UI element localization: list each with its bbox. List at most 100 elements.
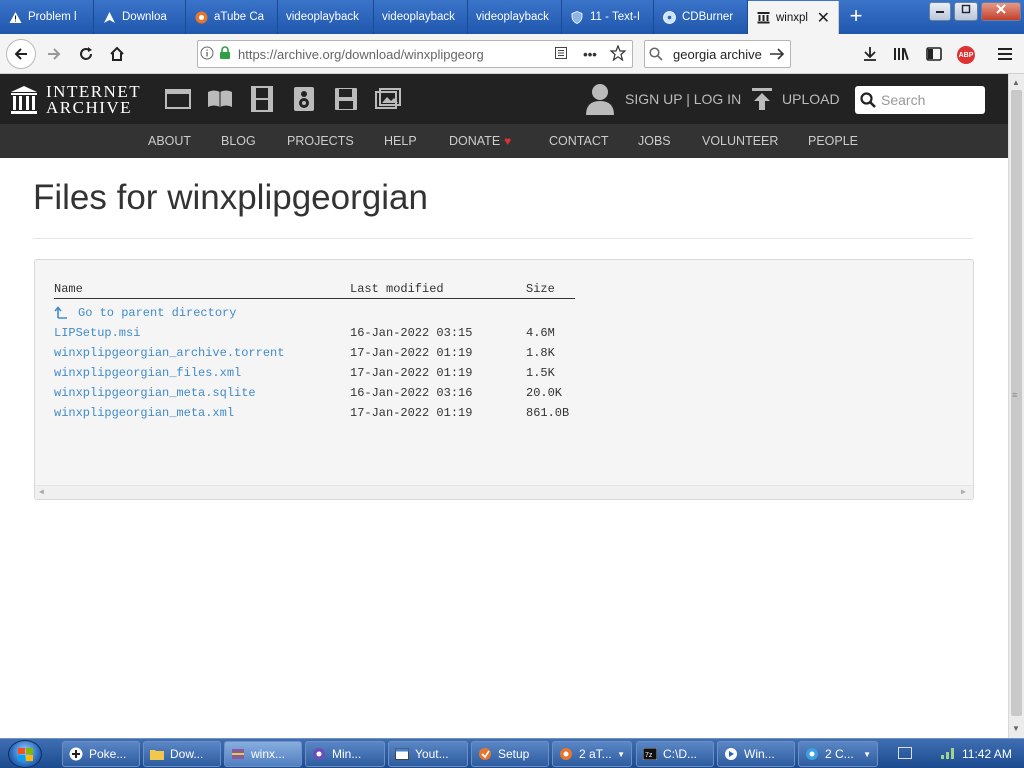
search-go-arrow-icon[interactable] <box>764 47 790 61</box>
cdburner-icon <box>662 10 676 24</box>
address-bar[interactable]: https://archive.org/download/winxplipgeo… <box>197 40 633 68</box>
page-viewport: INTERNET ARCHIVE SIGN UP | LOG IN UPLOAD… <box>0 74 1008 738</box>
downloads-icon[interactable] <box>856 40 884 68</box>
file-name-link[interactable]: LIPSetup.msi <box>54 326 140 340</box>
keyboard-icon[interactable] <box>898 747 912 759</box>
nav-help[interactable]: HELP <box>384 134 417 148</box>
home-icon <box>110 46 124 61</box>
images-icon[interactable] <box>375 86 401 112</box>
library-icon[interactable] <box>888 40 916 68</box>
taskbar-item-label: Setup <box>498 747 530 761</box>
upload-icon[interactable] <box>751 87 773 111</box>
scroll-up-arrow-icon[interactable]: ▲ <box>1012 78 1020 87</box>
taskbar-item-atube[interactable]: 2 aT... ▼ <box>552 741 632 767</box>
tab-atube[interactable]: aTube Ca <box>186 0 278 34</box>
table-row: winxplipgeorgian_files.xml 17-Jan-2022 0… <box>35 366 973 386</box>
taskbar-item-label: winx... <box>251 747 286 761</box>
ia-search-input[interactable]: Search <box>855 86 985 114</box>
column-header-name[interactable]: Name <box>54 282 83 296</box>
7zip-icon: 7z <box>643 747 657 761</box>
scrollbar-thumb[interactable] <box>1011 90 1022 716</box>
maximize-button[interactable] <box>954 2 978 21</box>
tab-winxplipgeorgian[interactable]: winxpl ✕ <box>748 1 839 34</box>
file-size: 1.8K <box>526 346 555 360</box>
scroll-right-arrow-icon[interactable]: ▶ <box>961 487 966 497</box>
horizontal-scrollbar[interactable]: ◀ ▶ <box>35 485 973 499</box>
lock-icon[interactable] <box>216 45 234 63</box>
network-icon[interactable] <box>940 746 956 760</box>
taskbar-item-chrome[interactable]: 2 C... ▼ <box>798 741 878 767</box>
info-icon[interactable] <box>198 46 216 63</box>
minimize-button[interactable] <box>929 2 951 21</box>
nav-jobs[interactable]: JOBS <box>638 134 671 148</box>
file-name-link[interactable]: winxplipgeorgian_meta.sqlite <box>54 386 256 400</box>
vertical-scrollbar[interactable]: ▲ ≡ ▼ <box>1008 74 1024 738</box>
reload-button[interactable] <box>72 40 100 68</box>
tab-label: videoplayback <box>476 11 549 23</box>
navigation-toolbar: https://archive.org/download/winxplipgeo… <box>0 34 1024 74</box>
close-tab-icon[interactable]: ✕ <box>809 8 830 28</box>
scroll-left-arrow-icon[interactable]: ◀ <box>39 487 44 497</box>
tab-download[interactable]: Downloa <box>94 0 186 34</box>
file-name-link[interactable]: winxplipgeorgian_files.xml <box>54 366 241 380</box>
signup-login-link[interactable]: SIGN UP | LOG IN <box>625 91 741 107</box>
taskbar-item-downloads[interactable]: Dow... <box>143 741 221 767</box>
upload-link[interactable]: UPLOAD <box>782 91 840 107</box>
nav-contact[interactable]: CONTACT <box>549 134 609 148</box>
taskbar-item-media-player[interactable]: Win... <box>717 741 795 767</box>
tab-text[interactable]: 11 - Text-I <box>562 0 654 34</box>
tab-videoplayback-2[interactable]: videoplayback <box>374 0 468 34</box>
group-dropdown-icon[interactable]: ▼ <box>863 750 871 759</box>
tab-problem[interactable]: Problem l <box>0 0 94 34</box>
web-icon[interactable] <box>165 86 191 112</box>
new-tab-button[interactable]: + <box>843 4 869 30</box>
tab-label: videoplayback <box>382 11 455 23</box>
back-button[interactable] <box>6 39 36 69</box>
user-avatar-icon[interactable] <box>585 82 615 116</box>
system-clock[interactable]: 11:42 AM <box>962 747 1012 761</box>
archive-temple-icon <box>11 86 37 114</box>
parent-directory-link[interactable]: Go to parent directory <box>54 306 236 320</box>
nav-projects[interactable]: PROJECTS <box>287 134 354 148</box>
nav-donate[interactable]: DONATE ♥ <box>449 134 511 148</box>
tab-videoplayback-1[interactable]: videoplayback <box>278 0 374 34</box>
tab-cdburner[interactable]: CDBurner <box>654 0 748 34</box>
start-button[interactable] <box>8 740 42 768</box>
ia-logo[interactable]: INTERNET ARCHIVE <box>10 83 141 116</box>
menu-hamburger-icon[interactable] <box>991 40 1019 68</box>
atube-icon <box>559 747 573 761</box>
search-bar[interactable]: georgia archive <box>644 40 791 68</box>
bookmark-star-icon[interactable] <box>604 43 632 64</box>
adblock-plus-icon[interactable]: ABP <box>957 46 975 64</box>
scroll-down-arrow-icon[interactable]: ▼ <box>1012 724 1020 733</box>
column-header-modified[interactable]: Last modified <box>350 282 444 296</box>
taskbar-item-minecraft[interactable]: Min... <box>305 741 385 767</box>
close-window-button[interactable] <box>981 2 1021 21</box>
nav-blog[interactable]: BLOG <box>221 134 256 148</box>
texts-book-icon[interactable] <box>207 86 233 112</box>
nav-about[interactable]: ABOUT <box>148 134 191 148</box>
tab-videoplayback-3[interactable]: videoplayback <box>468 0 562 34</box>
taskbar-item-youtube[interactable]: Yout... <box>388 741 468 767</box>
video-film-icon[interactable] <box>249 86 275 112</box>
taskbar-item-label: Dow... <box>170 747 204 761</box>
page-actions-icon[interactable]: ••• <box>576 47 604 62</box>
taskbar-item-winx[interactable]: winx... <box>224 741 302 767</box>
taskbar-item-7zip[interactable]: 7z C:\D... <box>636 741 714 767</box>
nav-volunteer[interactable]: VOLUNTEER <box>702 134 778 148</box>
software-floppy-icon[interactable] <box>333 86 359 112</box>
group-dropdown-icon[interactable]: ▼ <box>617 750 625 759</box>
column-header-size[interactable]: Size <box>526 282 555 296</box>
taskbar-item-setup[interactable]: Setup <box>471 741 549 767</box>
search-icon <box>855 92 881 108</box>
nav-people[interactable]: PEOPLE <box>808 134 858 148</box>
forward-button[interactable] <box>40 40 68 68</box>
audio-speaker-icon[interactable] <box>291 86 317 112</box>
reader-view-icon[interactable] <box>546 46 576 63</box>
sidebar-icon[interactable] <box>920 40 948 68</box>
file-name-link[interactable]: winxplipgeorgian_archive.torrent <box>54 346 284 360</box>
file-name-link[interactable]: winxplipgeorgian_meta.xml <box>54 406 234 420</box>
file-size: 1.5K <box>526 366 555 380</box>
taskbar-item-poke[interactable]: Poke... <box>62 741 140 767</box>
home-button[interactable] <box>103 40 131 68</box>
